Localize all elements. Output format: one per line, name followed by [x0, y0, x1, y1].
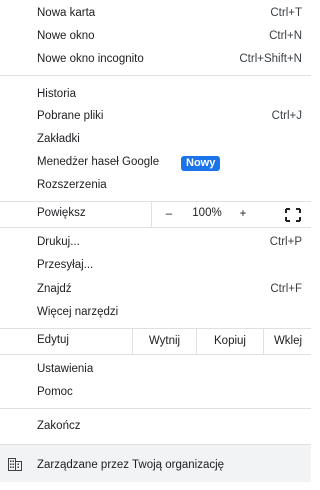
menu-item-label: Pomoc — [37, 386, 73, 398]
copy-button[interactable]: Kopiuj — [196, 329, 263, 354]
menu-item-password-manager[interactable]: Menedżer haseł Google Nowy — [0, 152, 311, 175]
menu-item-downloads[interactable]: Pobrane pliki Ctrl+J — [0, 106, 311, 129]
menu-item-new-tab[interactable]: Nowa karta Ctrl+T — [0, 3, 311, 26]
menu-item-label: Historia — [37, 88, 76, 100]
cut-button[interactable]: Wytnij — [132, 329, 196, 354]
menu-item-extensions[interactable]: Rozszerzenia — [0, 175, 311, 198]
menu-item-label: Znajdź — [37, 283, 72, 295]
menu-item-label: Ustawienia — [37, 363, 94, 375]
menu-item-bookmarks[interactable]: Zakładki — [0, 129, 311, 152]
menu-item-label: Zakończ — [37, 420, 81, 432]
zoom-divider — [151, 202, 152, 227]
menu-item-label: Rozszerzenia — [37, 179, 107, 191]
menu-item-shortcut: Ctrl+Shift+N — [239, 53, 302, 65]
menu-separator — [0, 354, 311, 355]
managed-by-organization[interactable]: Zarządzane przez Twoją organizację — [0, 445, 311, 482]
zoom-level: 100% — [192, 207, 222, 219]
menu-item-label: Nowa karta — [37, 7, 96, 19]
edit-row: Edytuj Wytnij Kopiuj Wklej — [0, 329, 311, 354]
menu-item-settings[interactable]: Ustawienia — [0, 359, 311, 382]
menu-item-print[interactable]: Drukuj... Ctrl+P — [0, 232, 311, 255]
fullscreen-button[interactable] — [280, 207, 306, 223]
menu-separator — [0, 408, 311, 409]
menu-item-new-incognito[interactable]: Nowe okno incognito Ctrl+Shift+N — [0, 49, 311, 72]
menu-item-label: Zakładki — [37, 133, 80, 145]
menu-item-more-tools[interactable]: Więcej narzędzi — [0, 302, 311, 325]
menu-item-shortcut: Ctrl+P — [269, 236, 302, 248]
building-icon — [8, 458, 22, 471]
menu-item-help[interactable]: Pomoc — [0, 382, 311, 405]
menu-item-history[interactable]: Historia — [0, 84, 311, 107]
menu-item-label: Więcej narzędzi — [37, 306, 119, 318]
menu-item-label: Menedżer haseł Google — [37, 156, 160, 168]
menu-separator — [0, 227, 311, 228]
menu-item-exit[interactable]: Zakończ — [0, 416, 311, 439]
menu-item-label: Przesyłaj... — [37, 259, 94, 271]
menu-item-cast[interactable]: Przesyłaj... — [0, 255, 311, 278]
menu-item-label: Nowe okno incognito — [37, 53, 144, 65]
zoom-row: Powiększ – 100% + — [0, 202, 311, 227]
menu-item-shortcut: Ctrl+T — [270, 7, 302, 19]
fullscreen-icon — [285, 208, 301, 222]
managed-label: Zarządzane przez Twoją organizację — [37, 459, 225, 471]
chrome-main-menu: Nowa karta Ctrl+T Nowe okno Ctrl+N Nowe … — [0, 0, 311, 490]
menu-item-label: Nowe okno — [37, 30, 95, 42]
zoom-in-button[interactable]: + — [232, 204, 254, 224]
menu-item-shortcut: Ctrl+N — [269, 30, 302, 42]
menu-item-label: Pobrane pliki — [37, 110, 104, 122]
zoom-out-button[interactable]: – — [158, 204, 180, 224]
menu-item-label: Drukuj... — [37, 236, 80, 248]
menu-separator — [0, 75, 311, 76]
menu-item-shortcut: Ctrl+F — [270, 283, 302, 295]
zoom-label: Powiększ — [37, 207, 86, 219]
menu-item-find[interactable]: Znajdź Ctrl+F — [0, 279, 311, 302]
new-badge: Nowy — [181, 156, 221, 171]
menu-item-new-window[interactable]: Nowe okno Ctrl+N — [0, 26, 311, 49]
edit-label: Edytuj — [37, 334, 69, 346]
paste-button[interactable]: Wklej — [263, 329, 312, 354]
menu-item-shortcut: Ctrl+J — [271, 110, 302, 122]
